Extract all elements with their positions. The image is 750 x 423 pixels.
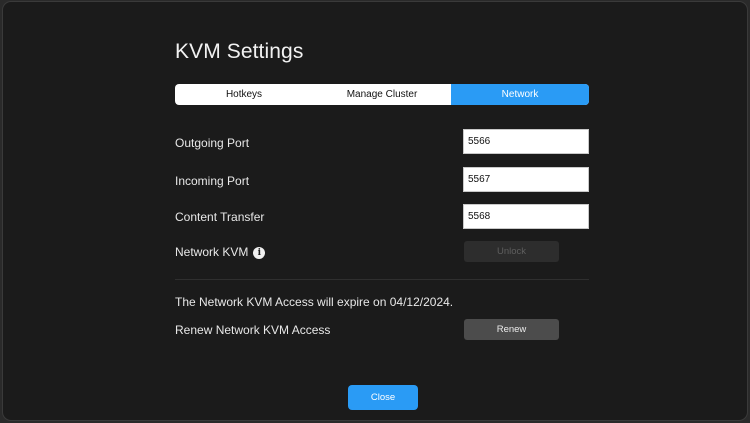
close-button[interactable]: Close [348,385,418,410]
outgoing-port-label: Outgoing Port [175,136,250,150]
incoming-port-label: Incoming Port [175,174,250,188]
content-transfer-label: Content Transfer [175,210,265,224]
window-title: KVM Settings [175,40,304,63]
outgoing-port-input[interactable] [463,129,589,154]
section-divider [175,279,589,280]
network-kvm-label: Network KVM [175,245,249,259]
renew-access-label: Renew Network KVM Access [175,323,331,337]
info-icon[interactable]: i [253,246,266,259]
tab-hotkeys[interactable]: Hotkeys [175,84,313,105]
tab-network[interactable]: Network [451,84,589,105]
incoming-port-input[interactable] [463,167,589,192]
tab-manage-cluster[interactable]: Manage Cluster [313,84,451,105]
network-kvm-row: Network KVM i [175,245,266,259]
tab-bar: Hotkeys Manage Cluster Network [175,84,589,105]
unlock-button[interactable]: Unlock [464,241,559,262]
kvm-settings-window: KVM Settings Hotkeys Manage Cluster Netw… [2,1,748,421]
expiry-notice: The Network KVM Access will expire on 04… [175,295,454,309]
content-transfer-input[interactable] [463,204,589,229]
renew-button[interactable]: Renew [464,319,559,340]
